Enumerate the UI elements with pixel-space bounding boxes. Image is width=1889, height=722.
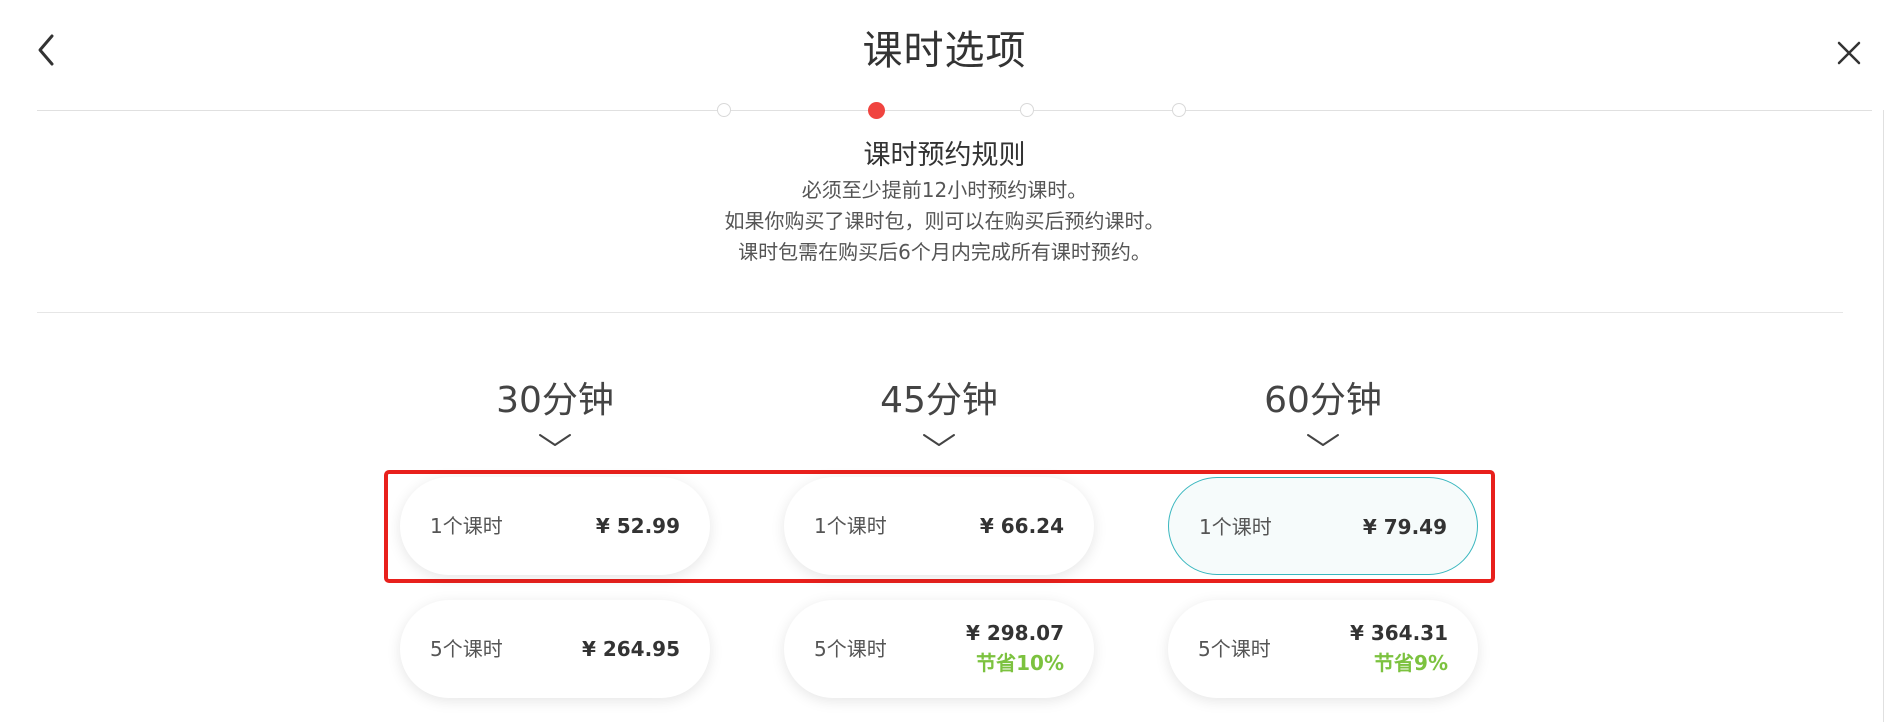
option-label: 5个课时 <box>1198 637 1271 661</box>
close-button[interactable] <box>1829 33 1869 73</box>
step-1[interactable] <box>717 103 731 117</box>
option-price: ¥ 79.49 <box>1362 515 1447 539</box>
option-60min-5-lessons[interactable]: 5个课时 ¥ 364.31 节省9% <box>1168 600 1478 698</box>
option-45min-5-lessons[interactable]: 5个课时 ¥ 298.07 节省10% <box>784 600 1094 698</box>
option-price: ¥ 264.95 <box>581 637 680 661</box>
option-45min-1-lesson[interactable]: 1个课时 ¥ 66.24 <box>784 477 1094 575</box>
close-icon <box>1837 41 1861 65</box>
rules-title: 课时预约规则 <box>863 140 1026 171</box>
chevron-down-icon <box>923 434 955 446</box>
chevron-down-icon <box>539 434 571 446</box>
section-divider <box>37 312 1843 313</box>
rules-line: 如果你购买了课时包，则可以在购买后预约课时。 <box>724 209 1165 233</box>
stepper-line <box>37 110 1872 111</box>
savings-badge: 节省9% <box>1374 651 1448 675</box>
option-label: 1个课时 <box>430 514 503 538</box>
option-price: ¥ 66.24 <box>979 514 1064 538</box>
option-price: ¥ 364.31 <box>1349 621 1448 645</box>
rules-line: 课时包需在购买后6个月内完成所有课时预约。 <box>738 240 1151 264</box>
step-2-active[interactable] <box>868 102 885 119</box>
option-label: 1个课时 <box>814 514 887 538</box>
option-label: 5个课时 <box>430 637 503 661</box>
step-3[interactable] <box>1020 103 1034 117</box>
option-price: ¥ 298.07 <box>965 621 1064 645</box>
option-price: ¥ 52.99 <box>595 514 680 538</box>
page-title: 课时选项 <box>862 28 1027 74</box>
step-4[interactable] <box>1172 103 1186 117</box>
option-30min-5-lessons[interactable]: 5个课时 ¥ 264.95 <box>400 600 710 698</box>
option-60min-1-lesson[interactable]: 1个课时 ¥ 79.49 <box>1168 477 1478 575</box>
duration-60min[interactable]: 60分钟 <box>1168 376 1478 448</box>
duration-label: 45分钟 <box>880 380 998 421</box>
option-label: 5个课时 <box>814 637 887 661</box>
duration-label: 30分钟 <box>496 380 614 421</box>
option-label: 1个课时 <box>1199 515 1272 539</box>
chevron-down-icon <box>1307 434 1339 446</box>
option-30min-1-lesson[interactable]: 1个课时 ¥ 52.99 <box>400 477 710 575</box>
duration-45min[interactable]: 45分钟 <box>784 376 1094 448</box>
duration-label: 60分钟 <box>1264 380 1382 421</box>
duration-30min[interactable]: 30分钟 <box>400 376 710 448</box>
savings-badge: 节省10% <box>976 651 1064 675</box>
rules-line: 必须至少提前12小时预约课时。 <box>801 178 1088 202</box>
